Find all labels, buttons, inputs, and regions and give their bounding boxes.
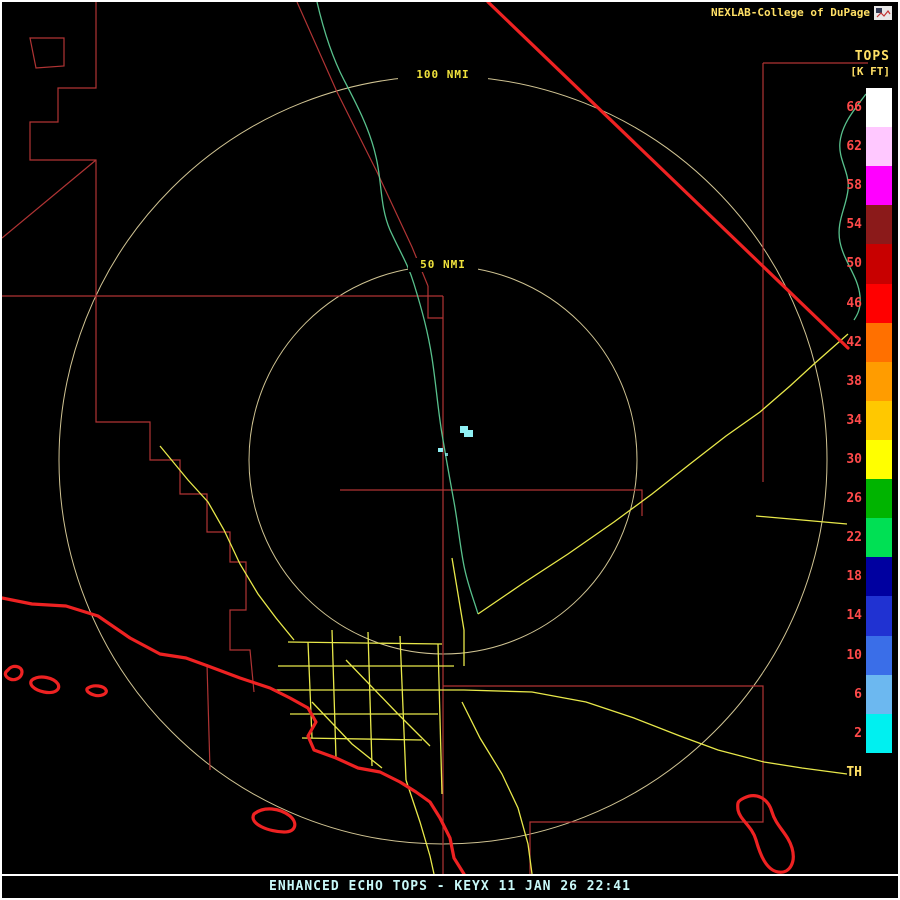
colorbar-label-22: 22 [828, 518, 862, 557]
colorbar-seg-18 [866, 557, 892, 596]
colorbar-seg-TH [866, 753, 892, 792]
colorbar-label-62: 62 [828, 127, 862, 166]
colorbar-labels: 66625854504642383430262218141062TH [828, 88, 862, 792]
colorbar-seg-58 [866, 166, 892, 205]
colorbar-label-2: 2 [828, 714, 862, 753]
colorbar-seg-22 [866, 518, 892, 557]
highways [160, 334, 848, 874]
colorbar-seg-66 [866, 88, 892, 127]
colorbar-seg-62 [866, 127, 892, 166]
colorbar-label-10: 10 [828, 636, 862, 675]
legend-units: [K FT] [850, 65, 890, 78]
colorbar-seg-54 [866, 205, 892, 244]
colorbar-seg-42 [866, 323, 892, 362]
colorbar-seg-26 [866, 479, 892, 518]
colorbar-seg-14 [866, 596, 892, 635]
colorbar-label-50: 50 [828, 244, 862, 283]
colorbar-label-42: 42 [828, 323, 862, 362]
colorbar-label-18: 18 [828, 557, 862, 596]
nexlab-logo-icon [873, 5, 893, 21]
colorbar-label-TH: TH [828, 753, 862, 792]
range-ring-label-100: 100 NMI [398, 68, 488, 82]
colorbar-seg-46 [866, 284, 892, 323]
radar-screen: 100 NMI 50 NMI NEXLAB-College of DuPage … [0, 0, 900, 900]
state-borders-coastline [2, 2, 848, 874]
legend-title: TOPS [855, 49, 890, 64]
county-boundaries [2, 2, 868, 874]
range-ring-label-50: 50 NMI [408, 258, 478, 272]
product-caption: ENHANCED ECHO TOPS - KEYX 11 JAN 26 22:4… [269, 879, 631, 894]
colorbar-label-34: 34 [828, 401, 862, 440]
colorbar [866, 88, 892, 792]
colorbar-label-26: 26 [828, 479, 862, 518]
colorbar-label-54: 54 [828, 205, 862, 244]
colorbar-label-6: 6 [828, 675, 862, 714]
colorbar-seg-6 [866, 675, 892, 714]
colorbar-seg-10 [866, 636, 892, 675]
colorbar-seg-2 [866, 714, 892, 753]
colorbar-label-46: 46 [828, 284, 862, 323]
colorbar-label-14: 14 [828, 596, 862, 635]
colorbar-seg-50 [866, 244, 892, 283]
colorbar-label-38: 38 [828, 362, 862, 401]
colorbar-label-58: 58 [828, 166, 862, 205]
colorbar-seg-38 [866, 362, 892, 401]
colorbar-label-30: 30 [828, 440, 862, 479]
radar-map-image [2, 2, 898, 874]
brand-text: NEXLAB-College of DuPage [711, 6, 870, 19]
colorbar-seg-30 [866, 440, 892, 479]
rivers [317, 2, 866, 614]
caption-bar: ENHANCED ECHO TOPS - KEYX 11 JAN 26 22:4… [2, 876, 898, 896]
map-area[interactable]: 100 NMI 50 NMI NEXLAB-College of DuPage … [2, 2, 898, 874]
colorbar-label-66: 66 [828, 88, 862, 127]
colorbar-seg-34 [866, 401, 892, 440]
